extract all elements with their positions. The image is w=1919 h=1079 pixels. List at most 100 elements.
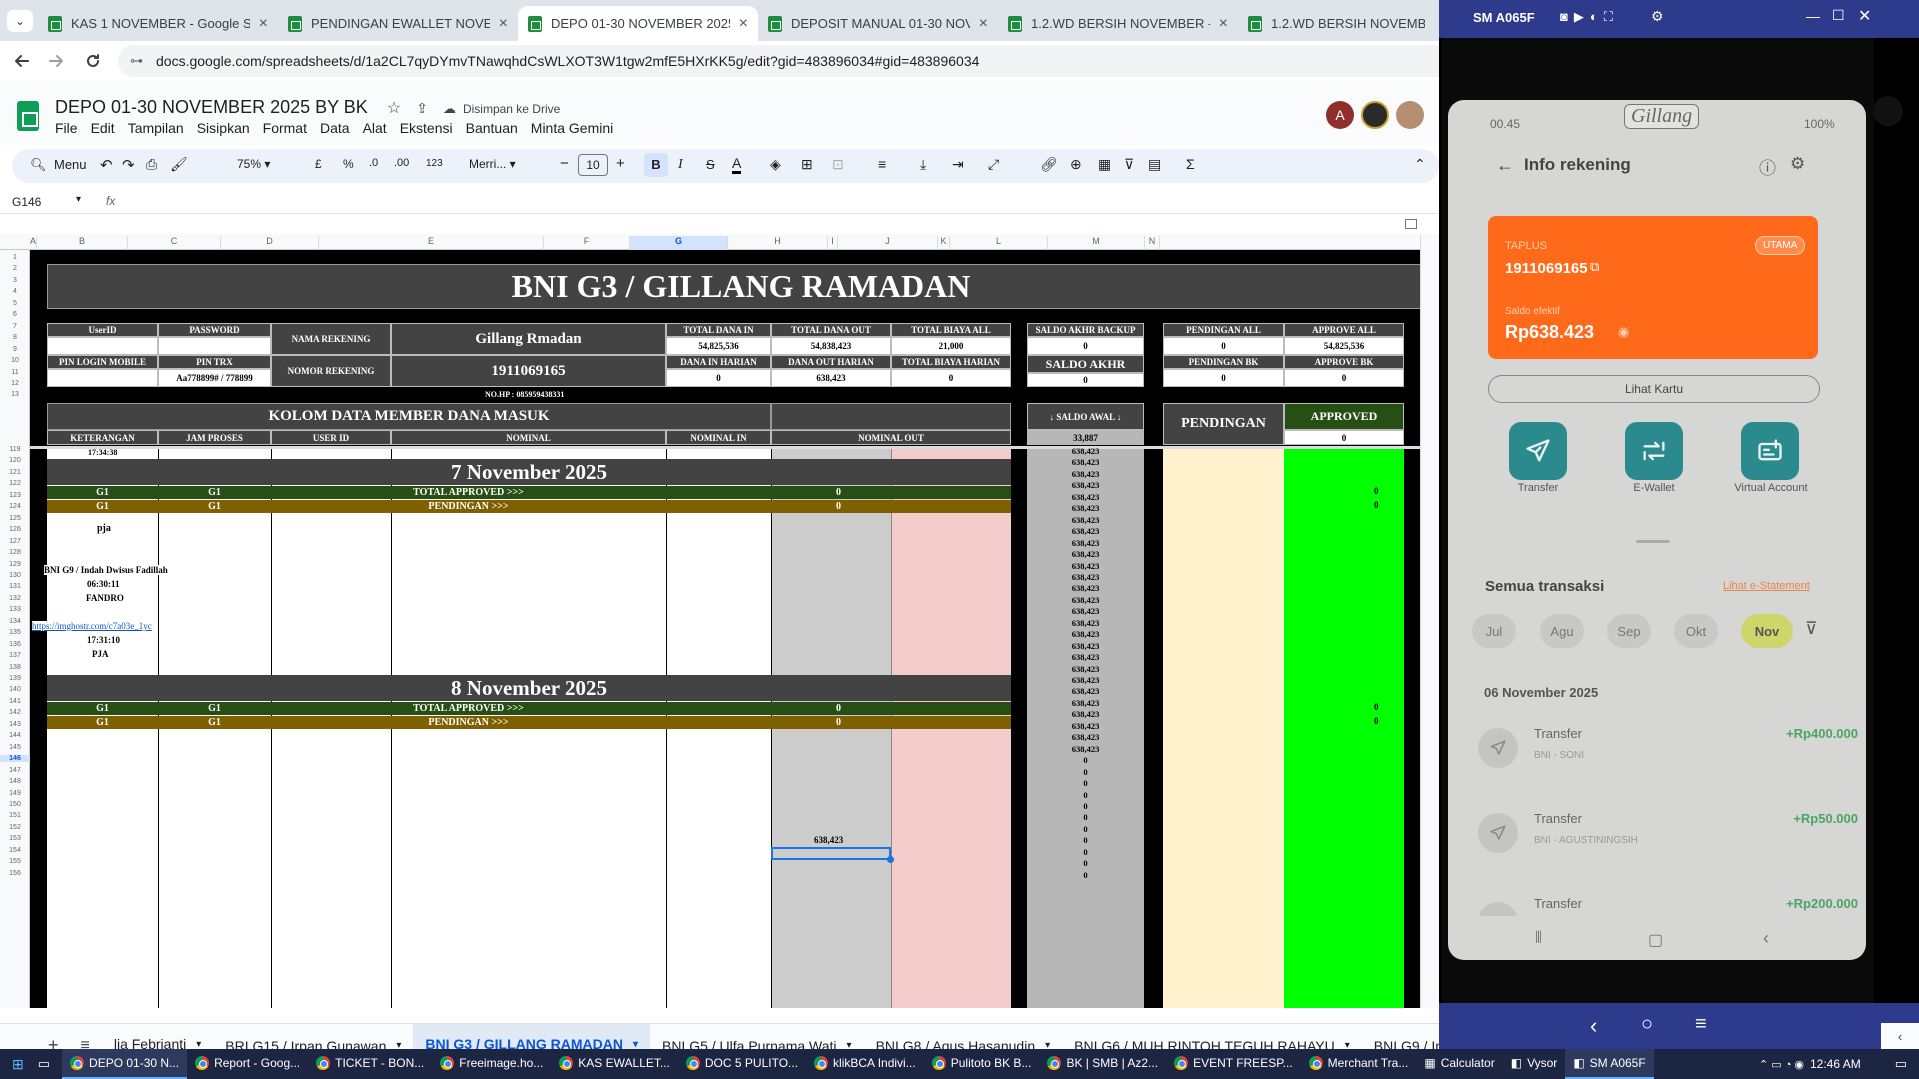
saldo-running-cell[interactable]: 638,423	[1027, 606, 1144, 616]
system-tray-icons[interactable]: ⌃ ▭ ◔ ◉	[1759, 1058, 1804, 1071]
virtual-account-action-icon[interactable]	[1741, 422, 1799, 480]
menu-format[interactable]: Format	[263, 120, 307, 136]
transaction-row[interactable]: Transfer BNI - SONI +Rp400.000	[1478, 720, 1858, 780]
row-header[interactable]: 150	[0, 801, 30, 808]
row-header[interactable]: 125	[0, 515, 30, 522]
taskbar-item[interactable]: BK | SMB | Az2...	[1039, 1049, 1166, 1079]
browser-tab-deposit-manual[interactable]: DEPOSIT MANUAL 01-30 NOVE ×	[758, 6, 998, 41]
align-left-icon[interactable]: ≡	[878, 156, 886, 172]
menu-tools[interactable]: Alat	[363, 120, 387, 136]
row-header[interactable]: 153	[0, 835, 30, 842]
month-agu[interactable]: Agu	[1540, 614, 1584, 648]
font-size-decrease-icon[interactable]: −	[560, 155, 569, 172]
undo-icon[interactable]: ↶	[100, 156, 113, 174]
column-header-L[interactable]: L	[950, 236, 1048, 250]
row-header[interactable]: 135	[0, 629, 30, 636]
month-nov-selected[interactable]: Nov	[1741, 614, 1793, 648]
search-menus-label[interactable]: Menu	[54, 157, 87, 172]
note-link[interactable]: https://imghostr.com/c7a03e_1yc	[32, 621, 152, 631]
saldo-running-cell[interactable]: 638,423	[1027, 469, 1144, 479]
row-header[interactable]: 122	[0, 480, 30, 487]
saldo-running-cell[interactable]: 638,423	[1027, 732, 1144, 742]
row-header[interactable]: 156	[0, 870, 30, 877]
saldo-running-cell[interactable]: 638,423	[1027, 709, 1144, 719]
row-header[interactable]: 7	[0, 323, 30, 330]
settings-gear-icon[interactable]: ⚙	[1651, 8, 1664, 25]
menu-data[interactable]: Data	[320, 120, 350, 136]
saldo-running-cell[interactable]: 638,423	[1027, 549, 1144, 559]
saldo-running-cell[interactable]: 638,423	[1027, 595, 1144, 605]
row-header[interactable]: 154	[0, 847, 30, 854]
row-header[interactable]: 127	[0, 538, 30, 545]
merge-cells-icon[interactable]: ⊡	[832, 156, 844, 173]
address-bar[interactable]: ⊶ docs.google.com/spreadsheets/d/1a2CL7q…	[118, 45, 1439, 77]
task-view-icon[interactable]: ▭	[38, 1056, 50, 1072]
saldo-running-cell[interactable]: 0	[1027, 858, 1144, 868]
row-header[interactable]: 139	[0, 675, 30, 682]
column-header-G[interactable]: G	[630, 236, 728, 250]
borders-icon[interactable]: ⊞	[801, 156, 813, 173]
zoom-select[interactable]: 75% ▾	[237, 157, 270, 171]
avatar-3[interactable]	[1396, 101, 1424, 129]
group-collapse-icon[interactable]	[1405, 219, 1417, 229]
saldo-running-cell[interactable]: 638,423	[1027, 686, 1144, 696]
browser-tab-pendingan[interactable]: PENDINGAN EWALLET NOVEMB ×	[278, 6, 518, 41]
close-tab-icon[interactable]: ×	[1219, 15, 1228, 33]
saldo-running-cell[interactable]: 638,423	[1027, 526, 1144, 536]
number-format-button[interactable]: 123	[426, 158, 443, 169]
android-home-icon[interactable]: ▢	[1648, 930, 1663, 950]
percent-button[interactable]: %	[343, 157, 354, 171]
month-sep[interactable]: Sep	[1607, 614, 1651, 648]
column-header-I[interactable]: I	[828, 236, 838, 250]
row-header[interactable]: 143	[0, 721, 30, 728]
row-header[interactable]: 133	[0, 606, 30, 613]
text-color-button[interactable]: A	[732, 155, 742, 174]
font-select[interactable]: Merri... ▾	[469, 157, 516, 171]
saldo-running-cell[interactable]: 638,423	[1027, 515, 1144, 525]
browser-tab-wd-bersih-2[interactable]: 1.2.WD BERSIH NOVEMBER - G	[1238, 6, 1435, 41]
menu-edit[interactable]: Edit	[91, 120, 115, 136]
text-rotation-icon[interactable]: ⤢	[988, 156, 999, 173]
browser-tab-kas[interactable]: KAS 1 NOVEMBER - Google Sp ×	[38, 6, 278, 41]
dropdown-icon[interactable]: ▾	[196, 1039, 201, 1050]
saldo-running-cell[interactable]: 638,423	[1027, 492, 1144, 502]
dropdown-icon[interactable]: ▾	[633, 1039, 638, 1050]
drag-handle[interactable]	[1636, 540, 1670, 543]
move-icon[interactable]: ⇪	[416, 100, 428, 116]
saldo-running-cell[interactable]: 638,423	[1027, 446, 1144, 456]
increase-decimal-button[interactable]: .00	[394, 157, 409, 169]
browser-tab-depo-active[interactable]: DEPO 01-30 NOVEMBER 2025 ×	[518, 6, 758, 41]
filter-icon[interactable]: ⊽	[1805, 619, 1817, 639]
close-tab-icon[interactable]: ×	[499, 15, 508, 33]
taskbar-item[interactable]: Report - Goog...	[187, 1049, 308, 1079]
row-header[interactable]: 144	[0, 732, 30, 739]
saldo-running-cell[interactable]: 0	[1027, 835, 1144, 845]
row-header[interactable]: 9	[0, 346, 30, 353]
transfer-action-icon[interactable]	[1509, 422, 1567, 480]
menu-help[interactable]: Bantuan	[466, 120, 518, 136]
menu-file[interactable]: File	[55, 120, 78, 136]
insert-chart-icon[interactable]: ▦	[1098, 156, 1111, 173]
saldo-akhir-value[interactable]: 0	[1027, 373, 1144, 387]
row-header[interactable]: 6	[0, 311, 30, 318]
column-header-E[interactable]: E	[319, 236, 544, 250]
selected-cell-g146[interactable]	[771, 847, 891, 860]
row-header[interactable]: 5	[0, 300, 30, 307]
pendingan-bk-value[interactable]: 0	[1163, 369, 1284, 387]
avatar-2[interactable]	[1361, 101, 1389, 129]
saldo-running-cell[interactable]: 638,423	[1027, 664, 1144, 674]
insert-comment-icon[interactable]: ⊕	[1070, 156, 1082, 173]
close-tab-icon[interactable]: ×	[979, 15, 988, 33]
row-header[interactable]: 151	[0, 812, 30, 819]
row-header[interactable]: 4	[0, 288, 30, 295]
saldo-running-cell[interactable]: 0	[1027, 778, 1144, 788]
taskbar-item[interactable]: Freeimage.ho...	[432, 1049, 551, 1079]
userid-value[interactable]	[47, 337, 158, 355]
row-header[interactable]: 11	[0, 369, 30, 376]
table-icon[interactable]: ▤	[1148, 156, 1161, 173]
row-header[interactable]: 142	[0, 709, 30, 716]
row-header[interactable]: 8	[0, 334, 30, 341]
row-header[interactable]: 141	[0, 698, 30, 705]
saldo-running-cell[interactable]: 638,423	[1027, 583, 1144, 593]
close-tab-icon[interactable]: ×	[259, 15, 268, 33]
